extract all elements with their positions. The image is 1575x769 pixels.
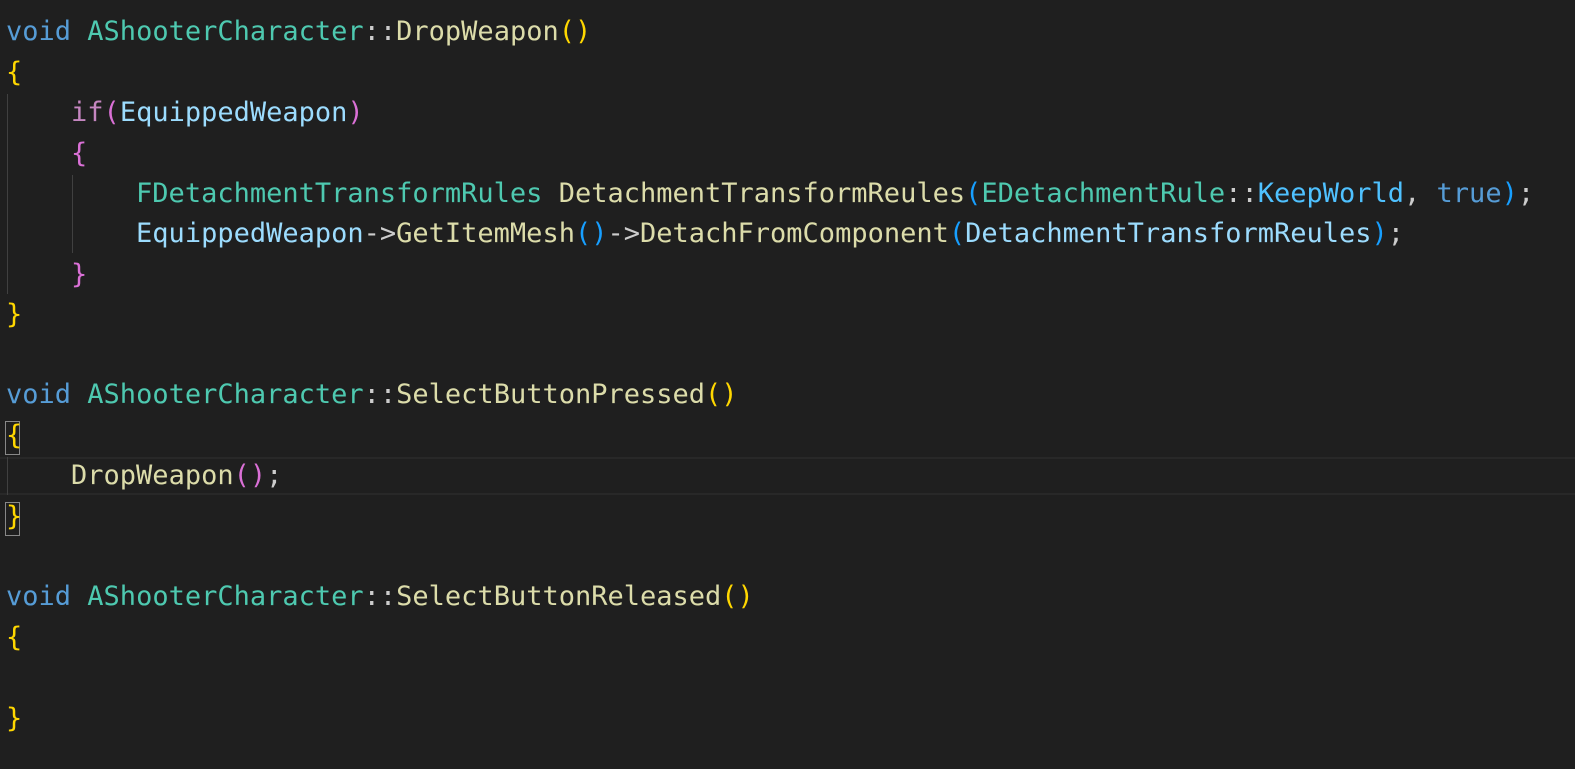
code-editor[interactable]: void AShooterCharacter::DropWeapon() { i… [0,0,1575,769]
scope-operator: :: [363,379,397,410]
brace-open: { [6,420,23,451]
code-line-13[interactable]: } [6,497,22,537]
enum-detachment-rule: EDetachmentRule [981,178,1226,209]
code-line-18[interactable]: } [6,699,22,739]
function-name-select-pressed: SelectButtonPressed [396,379,706,410]
paren-close: ) [721,379,738,410]
code-line-11[interactable]: { [6,416,22,456]
brace-close: } [6,501,23,532]
paren-close: ) [574,16,592,47]
brace-open: { [71,138,88,169]
paren-open: ( [948,218,966,249]
code-line-3[interactable]: if(EquippedWeapon) [6,93,364,133]
variable-detachment-rules: DetachmentTransformReules [965,218,1372,249]
keyword-void: void [6,581,72,612]
paren-close: ) [1501,178,1518,209]
paren-close: ) [737,581,754,612]
semicolon: ; [1517,178,1535,209]
scope-operator: :: [363,16,397,47]
code-line-4[interactable]: { [6,134,87,174]
paren-open: ( [103,97,120,128]
keyword-void: void [6,379,72,410]
code-line-7[interactable]: } [6,255,87,295]
paren-open: ( [965,178,982,209]
paren-close: ) [249,460,267,491]
code-line-1[interactable]: void AShooterCharacter::DropWeapon() [6,12,591,52]
keyword-void: void [6,16,72,47]
code-line-2[interactable]: { [6,53,22,93]
code-line-12[interactable]: DropWeapon(); [6,456,282,496]
code-line-10[interactable]: void AShooterCharacter::SelectButtonPres… [6,375,738,415]
code-line-15[interactable]: void AShooterCharacter::SelectButtonRele… [6,577,754,617]
function-call-dropweapon: DropWeapon [71,460,234,491]
function-get-item-mesh: GetItemMesh [396,218,575,249]
brace-open: { [6,57,23,88]
semicolon: ; [1387,218,1405,249]
class-name: AShooterCharacter [87,16,364,47]
function-detach-from-component: DetachFromComponent [640,218,949,249]
type-detachment-rules: FDetachmentTransformRules [136,178,543,209]
paren-close: ) [1371,218,1388,249]
paren-open: ( [705,379,722,410]
arrow-operator: -> [363,218,397,249]
function-name-select-released: SelectButtonReleased [396,581,722,612]
comma: , [1404,178,1437,209]
variable-equipped-weapon: EquippedWeapon [119,97,348,128]
keyword-true: true [1436,178,1502,209]
brace-close: } [6,703,23,734]
paren-close: ) [347,97,364,128]
code-line-6[interactable]: EquippedWeapon->GetItemMesh()->DetachFro… [6,214,1404,254]
keyword-if: if [71,97,104,128]
class-name: AShooterCharacter [87,581,364,612]
code-line-5[interactable]: FDetachmentTransformRules DetachmentTran… [6,174,1534,214]
variable-equipped-weapon: EquippedWeapon [136,218,364,249]
paren-open: ( [721,581,738,612]
class-name: AShooterCharacter [87,379,364,410]
enum-value-keepworld: KeepWorld [1257,178,1405,209]
paren-open: ( [558,16,575,47]
paren-open: ( [574,218,592,249]
paren-open: ( [233,460,250,491]
scope-operator: :: [363,581,397,612]
semicolon: ; [266,460,283,491]
code-line-8[interactable]: } [6,295,22,335]
variable-detachment-rules: DetachmentTransformReules [558,178,966,209]
scope-operator: :: [1225,178,1258,209]
arrow-operator: -> [607,218,640,249]
code-line-16[interactable]: { [6,618,22,658]
brace-close: } [71,259,88,290]
brace-open: { [6,622,23,653]
paren-close: ) [591,218,608,249]
brace-close: } [6,299,23,330]
function-name-dropweapon: DropWeapon [396,16,559,47]
